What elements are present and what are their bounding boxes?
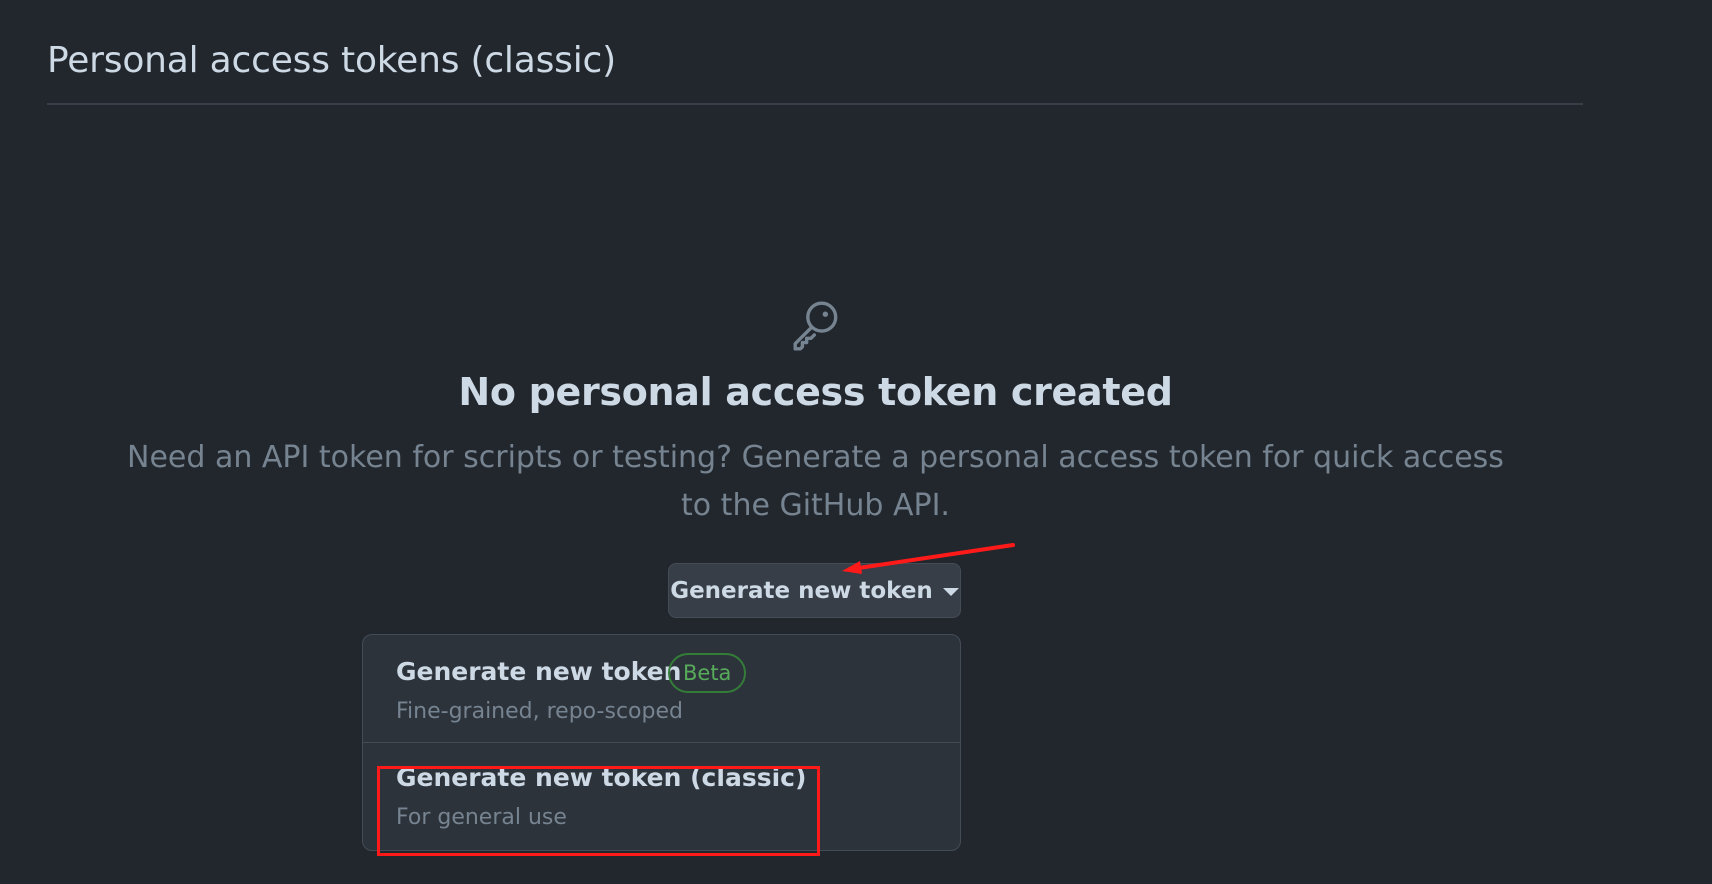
key-icon	[793, 301, 838, 351]
menu-item-classic-token[interactable]: Generate new token (classic) For general…	[363, 743, 960, 850]
menu-item-fine-grained-token[interactable]: Generate new token Beta Fine-grained, re…	[363, 635, 960, 743]
page-title: Personal access tokens (classic)	[47, 40, 616, 81]
blankslate-description: Need an API token for scripts or testing…	[127, 440, 1504, 523]
triangle-down-icon	[942, 587, 959, 596]
menu-item-description: For general use	[396, 805, 567, 830]
page-header: Personal access tokens (classic)	[47, 36, 1583, 105]
generate-token-dropdown-menu: Generate new token Beta Fine-grained, re…	[362, 634, 961, 851]
menu-item-label: Generate new token	[396, 657, 682, 686]
generate-new-token-button-label: Generate new token	[670, 577, 933, 604]
generate-new-token-button[interactable]: Generate new token	[668, 563, 961, 618]
menu-item-label: Generate new token (classic)	[396, 763, 807, 792]
menu-item-description: Fine-grained, repo-scoped	[396, 699, 683, 724]
blankslate-title: No personal access token created	[458, 370, 1173, 414]
beta-badge: Beta	[668, 653, 747, 693]
